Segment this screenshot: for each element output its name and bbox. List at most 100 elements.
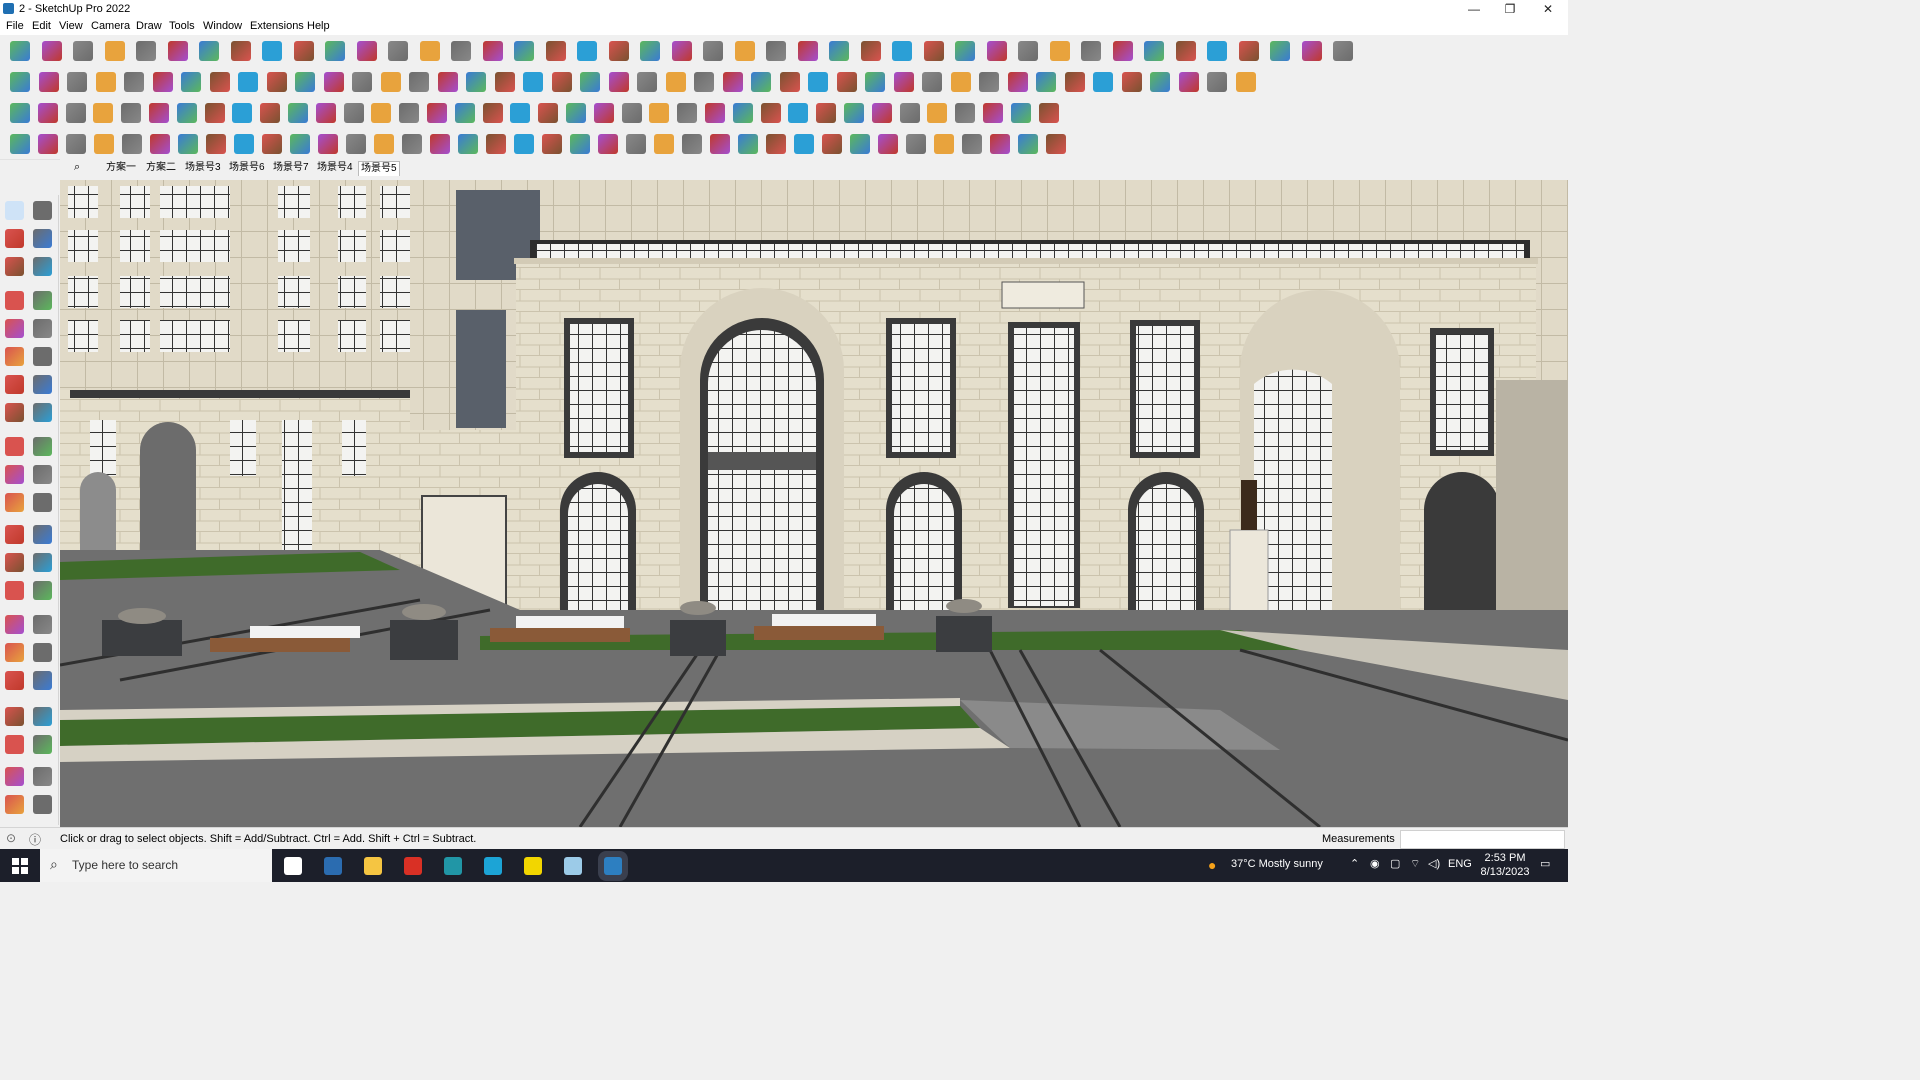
toolbar-tool-icon[interactable] <box>204 103 225 123</box>
menu-camera[interactable]: Camera <box>91 20 130 32</box>
rotate-tool-icon[interactable] <box>5 465 24 484</box>
scene-tab-5[interactable]: 场景号7 <box>271 161 311 175</box>
pan-icon[interactable] <box>608 41 629 61</box>
scene-tab-3[interactable]: 场景号3 <box>183 161 223 175</box>
paint-tool-icon[interactable] <box>5 229 24 248</box>
toolbar-tool-icon[interactable] <box>542 134 562 154</box>
toolbar-tool-icon[interactable] <box>955 103 976 123</box>
toolbar-tool-icon[interactable] <box>682 134 702 154</box>
toolbar-tool-icon[interactable] <box>494 72 515 92</box>
sticky-notes-icon[interactable] <box>524 857 542 875</box>
toolbar-tool-icon[interactable] <box>124 72 144 92</box>
toolbar-tool-icon[interactable] <box>1270 41 1290 61</box>
clock-date[interactable]: 8/13/2023 <box>1474 866 1536 878</box>
toolbar-tool-icon[interactable] <box>580 72 600 92</box>
toolbar-tool-icon[interactable] <box>288 103 308 123</box>
toolbar-tool-icon[interactable] <box>934 134 954 154</box>
menu-extensions[interactable]: Extensions <box>250 20 304 32</box>
menu-edit[interactable]: Edit <box>32 20 51 32</box>
move-tool-icon[interactable] <box>5 437 24 456</box>
toolbar-tool-icon[interactable] <box>1238 41 1259 61</box>
toolbar-tool-icon[interactable] <box>1301 41 1322 61</box>
geo-location-icon[interactable]: ⊙ <box>6 831 16 845</box>
2pt-arc-tool-icon[interactable] <box>33 403 52 422</box>
paint-dropdown-icon[interactable] <box>293 41 314 61</box>
toolbar-tool-icon[interactable] <box>751 72 771 92</box>
toolbar-tool-icon[interactable] <box>1207 72 1227 92</box>
toolbar-tool-icon[interactable] <box>797 41 818 61</box>
toolbar-tool-icon[interactable] <box>1018 134 1038 154</box>
toolbar-tool-icon[interactable] <box>816 103 837 123</box>
protractor-tool-icon[interactable] <box>5 553 24 572</box>
scene-tab-2[interactable]: 方案二 <box>144 161 178 175</box>
calculator-icon[interactable] <box>324 857 342 875</box>
zoom-icon[interactable] <box>10 41 30 61</box>
weather-icon[interactable]: ● <box>1208 857 1216 873</box>
scale-icon[interactable] <box>451 41 471 61</box>
zoom-extents-icon[interactable] <box>671 41 692 61</box>
toolbar-tool-icon[interactable] <box>209 72 230 92</box>
toolbar-tool-icon[interactable] <box>10 134 30 154</box>
orbit-view-icon[interactable] <box>5 615 24 634</box>
toolbar-tool-icon[interactable] <box>402 134 422 154</box>
zoom-view-icon[interactable] <box>5 643 24 662</box>
select-tool-icon[interactable] <box>5 201 24 220</box>
pencil-icon[interactable] <box>136 41 156 61</box>
toolbar-tool-icon[interactable] <box>486 134 506 154</box>
text-icon[interactable] <box>514 41 534 61</box>
record-icon[interactable]: ◉ <box>1370 857 1380 870</box>
orbit-icon[interactable] <box>577 41 597 61</box>
line-tool-icon[interactable] <box>5 291 24 310</box>
follow-me-icon[interactable] <box>356 41 377 61</box>
toolbar-tool-icon[interactable] <box>65 103 86 123</box>
toolbar-tool-icon[interactable] <box>734 41 755 61</box>
toolbar-tool-icon[interactable] <box>1018 41 1038 61</box>
lasso-dropdown-icon[interactable] <box>230 41 251 61</box>
toolbar-tool-icon[interactable] <box>1150 72 1170 92</box>
toolbar-tool-icon[interactable] <box>766 134 786 154</box>
lasso-icon[interactable] <box>199 41 219 61</box>
toolbar-tool-icon[interactable] <box>566 103 586 123</box>
notification-icon[interactable]: ▭ <box>1540 857 1550 870</box>
eraser-icon[interactable] <box>104 41 125 61</box>
toolbar-tool-icon[interactable] <box>323 72 344 92</box>
toolbar-tool-icon[interactable] <box>893 72 914 92</box>
toolbar-tool-icon[interactable] <box>260 103 281 123</box>
toolbar-tool-icon[interactable] <box>1121 72 1142 92</box>
toolbar-tool-icon[interactable] <box>760 103 781 123</box>
toolbar-tool-icon[interactable] <box>10 103 30 123</box>
toolbar-tool-icon[interactable] <box>514 134 534 154</box>
toolbar-tool-icon[interactable] <box>380 72 401 92</box>
toolbar-tool-icon[interactable] <box>871 103 892 123</box>
toolbar-tool-icon[interactable] <box>295 72 315 92</box>
toolbar-tool-icon[interactable] <box>122 134 142 154</box>
toolbar-tool-icon[interactable] <box>829 41 849 61</box>
toolbar-tool-icon[interactable] <box>1064 72 1085 92</box>
toolbar-tool-icon[interactable] <box>722 72 743 92</box>
offset-tool-icon[interactable] <box>33 493 52 512</box>
toolbar-tool-icon[interactable] <box>121 103 142 123</box>
toolbar-tool-icon[interactable] <box>927 103 948 123</box>
file-explorer-icon[interactable] <box>364 857 382 875</box>
scene-tab-1[interactable]: 方案一 <box>104 161 138 175</box>
toolbar-tool-icon[interactable] <box>677 103 698 123</box>
weather-text[interactable]: 37°C Mostly sunny <box>1231 858 1323 870</box>
toolbar-tool-icon[interactable] <box>570 134 590 154</box>
toolbar-tool-icon[interactable] <box>850 134 870 154</box>
follow-me-tool-icon[interactable] <box>33 465 52 484</box>
toolbar-tool-icon[interactable] <box>593 103 614 123</box>
move-icon[interactable] <box>388 41 408 61</box>
toolbar-tool-icon[interactable] <box>654 134 674 154</box>
toolbar-tool-icon[interactable] <box>150 134 170 154</box>
toolbar-tool-icon[interactable] <box>979 72 999 92</box>
toolbar-tool-icon[interactable] <box>808 72 828 92</box>
rectangle-tool-icon[interactable] <box>5 319 24 338</box>
toolbar-tool-icon[interactable] <box>922 72 942 92</box>
pie-tool-icon[interactable] <box>33 375 52 394</box>
dimension-tool-icon[interactable] <box>33 525 52 544</box>
previous-view-icon[interactable] <box>33 671 52 690</box>
toolbar-tool-icon[interactable] <box>860 41 881 61</box>
toolbar-tool-icon[interactable] <box>844 103 864 123</box>
toolbar-tool-icon[interactable] <box>523 72 543 92</box>
toolbar-tool-icon[interactable] <box>665 72 686 92</box>
